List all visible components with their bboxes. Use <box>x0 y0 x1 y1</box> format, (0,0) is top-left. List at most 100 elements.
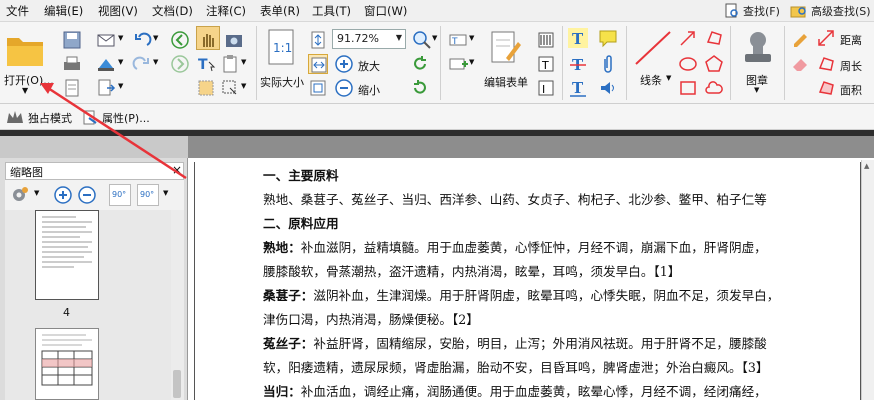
scroll-up-icon[interactable]: ▲ <box>864 162 872 170</box>
undo-icon[interactable] <box>132 30 152 50</box>
perimeter-icon[interactable] <box>816 54 836 74</box>
menu-file[interactable]: 文件 <box>6 3 29 19</box>
select-graphic-icon[interactable] <box>196 78 216 98</box>
select-area-icon[interactable] <box>220 78 240 98</box>
arrow-tool-icon[interactable] <box>678 28 698 48</box>
open-dropdown-icon[interactable]: ▼ <box>22 86 28 95</box>
actual-size-label[interactable]: 实际大小 <box>260 74 304 90</box>
zoom-tool-icon[interactable] <box>412 30 432 50</box>
edit-form-icon[interactable] <box>488 28 524 68</box>
eraser-icon[interactable] <box>790 54 810 74</box>
form-field-icon[interactable]: I <box>536 78 556 98</box>
pentagon-tool-icon[interactable] <box>704 54 724 74</box>
svg-text:T: T <box>198 57 208 73</box>
actual-size-icon[interactable]: 1:1 <box>266 28 296 68</box>
document-line-text: 熟地、桑葚子、菟丝子、当归、西洋参、山药、女贞子、枸杞子、北沙参、鳖甲、柏子仁等 <box>263 192 767 207</box>
fit-page-icon[interactable] <box>308 30 328 50</box>
text-box-field-icon[interactable]: T <box>536 54 556 74</box>
document-line-text: 腰膝酸软，骨蒸潮热，盗汗遗精，内热消渴，眩晕，耳鸣，须发早白。【1】 <box>263 264 681 279</box>
cloud-tool-icon[interactable] <box>704 78 724 98</box>
stamp-icon[interactable] <box>740 28 776 68</box>
sound-icon[interactable] <box>598 78 618 98</box>
edit-form-label[interactable]: 编辑表单 <box>484 74 528 90</box>
document-line-text: 津伤口渴，内热消渴，肠燥便秘。【2】 <box>263 312 479 327</box>
save-icon[interactable] <box>62 30 82 50</box>
document-tab[interactable] <box>0 136 188 158</box>
print-icon[interactable] <box>62 54 82 74</box>
snapshot-icon[interactable] <box>224 30 244 50</box>
distance-label[interactable]: 距离 <box>840 32 862 48</box>
lines-label[interactable]: 线条 <box>640 72 662 88</box>
exclusive-mode-button[interactable]: 独占模式 <box>28 110 72 126</box>
pencil-icon[interactable] <box>790 28 810 48</box>
thumbnail-page-4[interactable] <box>35 210 99 300</box>
folder-icon <box>7 38 43 66</box>
distance-icon[interactable] <box>816 28 836 48</box>
rotate-left-thumb-button[interactable]: 90° <box>109 184 131 206</box>
thumbnail-scrollbar-thumb[interactable] <box>173 370 181 398</box>
select-text-icon[interactable]: T <box>196 54 216 74</box>
thumb-zoom-in-icon[interactable] <box>53 185 73 205</box>
note-icon[interactable] <box>598 28 618 48</box>
close-panel-icon[interactable]: × <box>172 163 182 177</box>
barcode-icon[interactable] <box>536 30 556 50</box>
line-tool-icon[interactable] <box>632 28 674 68</box>
open-button[interactable] <box>4 30 46 71</box>
ellipse-tool-icon[interactable] <box>678 54 698 74</box>
attach-file-icon[interactable] <box>598 54 618 74</box>
rectangle-tool-icon[interactable] <box>678 78 698 98</box>
perimeter-label[interactable]: 周长 <box>840 58 862 74</box>
back-icon[interactable] <box>170 30 190 50</box>
menu-view[interactable]: 视图(V) <box>98 3 138 19</box>
export-icon[interactable] <box>96 78 116 98</box>
zoom-in-icon[interactable] <box>334 54 354 74</box>
fit-width-icon[interactable] <box>308 54 328 74</box>
document-line-text: 软，阳痿遗精，遗尿尿频，肾虚胎漏，胎动不安，目昏耳鸣，脾肾虚泄；外治白癜风。【3… <box>263 360 769 375</box>
menu-form[interactable]: 表单(R) <box>260 3 300 19</box>
menu-edit[interactable]: 编辑(E) <box>44 3 83 19</box>
thumbnail-page-5[interactable] <box>35 328 99 400</box>
document-line-heading: 桑葚子： <box>263 288 314 303</box>
zoom-in-label[interactable]: 放大 <box>358 58 380 74</box>
scan-icon[interactable] <box>96 54 116 74</box>
menu-document[interactable]: 文档(D) <box>152 3 193 19</box>
area-label[interactable]: 面积 <box>840 82 862 98</box>
menu-comment[interactable]: 注释(C) <box>206 3 246 19</box>
area-icon[interactable] <box>816 78 836 98</box>
highlight-text-icon[interactable]: T <box>568 28 588 48</box>
email-icon[interactable] <box>96 30 116 50</box>
hand-tool-icon[interactable] <box>196 26 220 50</box>
advanced-find-icon <box>790 6 806 18</box>
clipboard-icon[interactable] <box>220 54 240 74</box>
open-label[interactable]: 打开(O)... <box>4 72 54 88</box>
document-line-heading: 菟丝子： <box>263 336 314 351</box>
document-line: 桑葚子：滋阴补血，生津润燥。用于肝肾阴虚，眩晕耳鸣，心悸失眠，阴血不足，须发早白… <box>263 288 779 304</box>
menu-window[interactable]: 窗口(W) <box>364 3 407 19</box>
advanced-find-button[interactable]: 高级查找(S) <box>790 2 871 20</box>
properties-doc-icon[interactable] <box>62 78 82 98</box>
form-add-icon[interactable] <box>448 54 468 74</box>
document-line-heading: 二、原料应用 <box>263 216 339 231</box>
find-button[interactable]: 查找(F) <box>724 2 780 20</box>
text-field-icon[interactable]: T <box>448 30 468 50</box>
document-line-text: 滋阴补血，生津润燥。用于肝肾阴虚，眩晕耳鸣，心悸失眠，阴血不足，须发早白， <box>313 288 780 303</box>
fit-visible-icon[interactable] <box>308 78 328 98</box>
rotate-left-icon[interactable] <box>410 78 430 98</box>
underline-text-icon[interactable]: T <box>568 78 588 98</box>
thumb-zoom-out-icon[interactable] <box>77 185 97 205</box>
polygon-line-icon[interactable] <box>704 28 724 48</box>
redo-icon[interactable] <box>132 54 152 74</box>
document-scrollbar[interactable]: ▲ <box>861 160 874 400</box>
forward-icon[interactable] <box>170 54 190 74</box>
rotate-right-icon[interactable] <box>410 54 430 74</box>
svg-text:T: T <box>541 59 549 72</box>
properties-button[interactable]: 属性(P)... <box>102 110 150 126</box>
menu-tools[interactable]: 工具(T) <box>312 3 351 19</box>
rotate-right-thumb-button[interactable]: 90° <box>137 184 159 206</box>
zoom-input[interactable]: 91.72% ▼ <box>332 29 406 49</box>
gear-icon[interactable] <box>9 185 31 205</box>
zoom-out-icon[interactable] <box>334 78 354 98</box>
thumbnail-scrollbar[interactable] <box>171 210 184 400</box>
strikeout-text-icon[interactable]: T <box>568 54 588 74</box>
zoom-out-label[interactable]: 缩小 <box>358 82 380 98</box>
